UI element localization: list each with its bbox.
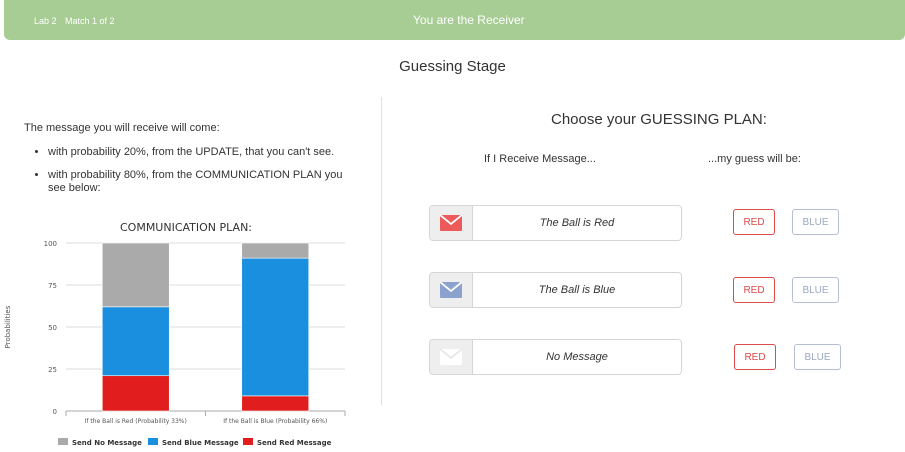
column-header-message: If I Receive Message... [484,153,596,165]
message-row-none: No Message [429,339,682,375]
bar-segment [241,257,310,397]
message-label: The Ball is Red [539,217,615,229]
y-axis-label: Probabilities [4,305,12,348]
stage-title: Guessing Stage [399,58,506,75]
legend-swatch [243,438,253,445]
message-row-blue: The Ball is Blue [429,272,682,308]
blue-envelope-icon [430,273,473,307]
y-tick-label: 50 [48,324,57,332]
y-tick-label: 100 [44,240,57,248]
column-divider [381,97,382,405]
match-label: Match 1 of 2 [65,16,115,26]
guessing-plan-title: Choose your GUESSING PLAN: [551,111,767,128]
bar-segment [241,395,310,412]
top-bar: Lab 2 Match 1 of 2 You are the Receiver [4,0,905,40]
guess-blue-button[interactable]: BLUE [794,344,841,370]
legend-swatch [148,438,158,445]
y-tick-label: 25 [48,366,57,374]
bar-segment [101,242,170,308]
column-header-guess: ...my guess will be: [708,153,801,165]
probability-list: with probability 20%, from the UPDATE, t… [36,146,356,195]
red-envelope-icon [430,206,473,240]
chart-title: COMMUNICATION PLAN: [120,221,252,234]
message-row-red: The Ball is Red [429,205,682,241]
blank-envelope-icon [430,340,473,374]
guess-red-button[interactable]: RED [734,344,776,370]
bar-segment [101,306,170,377]
message-label: No Message [546,351,608,363]
bar-segment [241,242,310,259]
list-item: with probability 20%, from the UPDATE, t… [48,146,356,159]
communication-plan-chart: COMMUNICATION PLAN: Probabilities 0 25 50 75 1… [4,221,346,447]
x-tick-label: If the Ball is Blue (Probability 66%) [223,418,327,425]
guess-blue-button[interactable]: BLUE [792,277,839,303]
legend-label: Send Blue Message [162,439,239,447]
guess-blue-button[interactable]: BLUE [792,209,839,235]
lab-label: Lab 2 [34,16,57,26]
guess-red-button[interactable]: RED [733,277,775,303]
intro-text: The message you will receive will come: [24,122,220,134]
legend-label: Send Red Message [257,439,332,447]
y-tick-label: 0 [53,408,57,416]
guess-red-button[interactable]: RED [733,209,775,235]
y-tick-label: 75 [48,282,57,290]
x-tick-label: If the Ball is Red (Probability 33%) [85,418,187,425]
list-item: with probability 80%, from the COMMUNICA… [48,169,356,195]
message-label: The Ball is Blue [538,284,616,296]
legend-label: Send No Message [72,439,142,447]
legend-swatch [58,438,68,445]
bar-segment [101,375,170,412]
role-label: You are the Receiver [413,13,525,27]
